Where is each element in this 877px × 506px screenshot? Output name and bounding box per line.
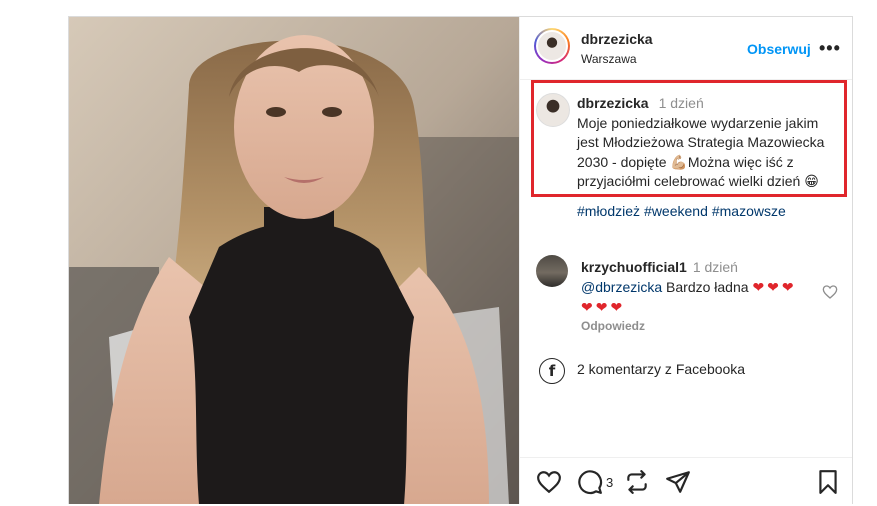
hashtag-mazowsze[interactable]: #mazowsze: [712, 203, 786, 219]
facebook-icon: f: [539, 358, 565, 384]
hashtag-weekend[interactable]: #weekend: [644, 203, 708, 219]
comment: krzychuofficial1 1 dzień @dbrzezicka Bard…: [581, 257, 811, 317]
hashtag-list: #młodzież #weekend #mazowsze: [577, 203, 790, 219]
comment-mention[interactable]: @dbrzezicka: [581, 279, 662, 295]
caption-time: 1 dzień: [658, 95, 704, 111]
post-header: dbrzezicka Warszawa Obserwuj •••: [520, 17, 852, 80]
commenter-username[interactable]: krzychuofficial1: [581, 259, 687, 275]
save-bookmark-icon[interactable]: [815, 469, 841, 495]
like-heart-icon[interactable]: [536, 469, 562, 495]
author-avatar[interactable]: [534, 28, 570, 64]
hashtag-mlodziez[interactable]: #młodzież: [577, 203, 640, 219]
post-side-panel: dbrzezicka Warszawa Obserwuj ••• dbrzezi…: [520, 17, 852, 504]
comment-count: 3: [606, 475, 614, 490]
comment-text: Bardzo ładna: [666, 279, 749, 295]
facebook-comments-link[interactable]: 2 komentarzy z Facebooka: [577, 361, 745, 377]
caption-text: Moje poniedziałkowe wydarzenie jakim jes…: [577, 114, 825, 190]
comment-icon[interactable]: [577, 469, 603, 495]
instagram-post: dbrzezicka Warszawa Obserwuj ••• dbrzezi…: [68, 16, 853, 504]
comment-time: 1 dzień: [692, 259, 738, 275]
follow-button[interactable]: Obserwuj: [747, 41, 811, 57]
reply-button[interactable]: Odpowiedz: [581, 319, 645, 333]
more-options-icon[interactable]: •••: [819, 39, 841, 57]
commenter-avatar[interactable]: [536, 255, 568, 287]
share-send-icon[interactable]: [665, 469, 691, 495]
caption: dbrzezicka 1 dzień Moje poniedziałkowe wy…: [577, 94, 839, 192]
caption-author-avatar[interactable]: [536, 93, 570, 127]
repost-icon[interactable]: [624, 469, 650, 495]
caption-username[interactable]: dbrzezicka: [577, 95, 649, 111]
action-bar: 3: [520, 457, 852, 506]
author-username[interactable]: dbrzezicka: [581, 31, 653, 47]
selfie-photo-illustration: [69, 17, 519, 504]
post-photo[interactable]: [69, 17, 520, 504]
comment-like-heart-icon[interactable]: [822, 284, 838, 300]
post-location[interactable]: Warszawa: [581, 52, 637, 66]
